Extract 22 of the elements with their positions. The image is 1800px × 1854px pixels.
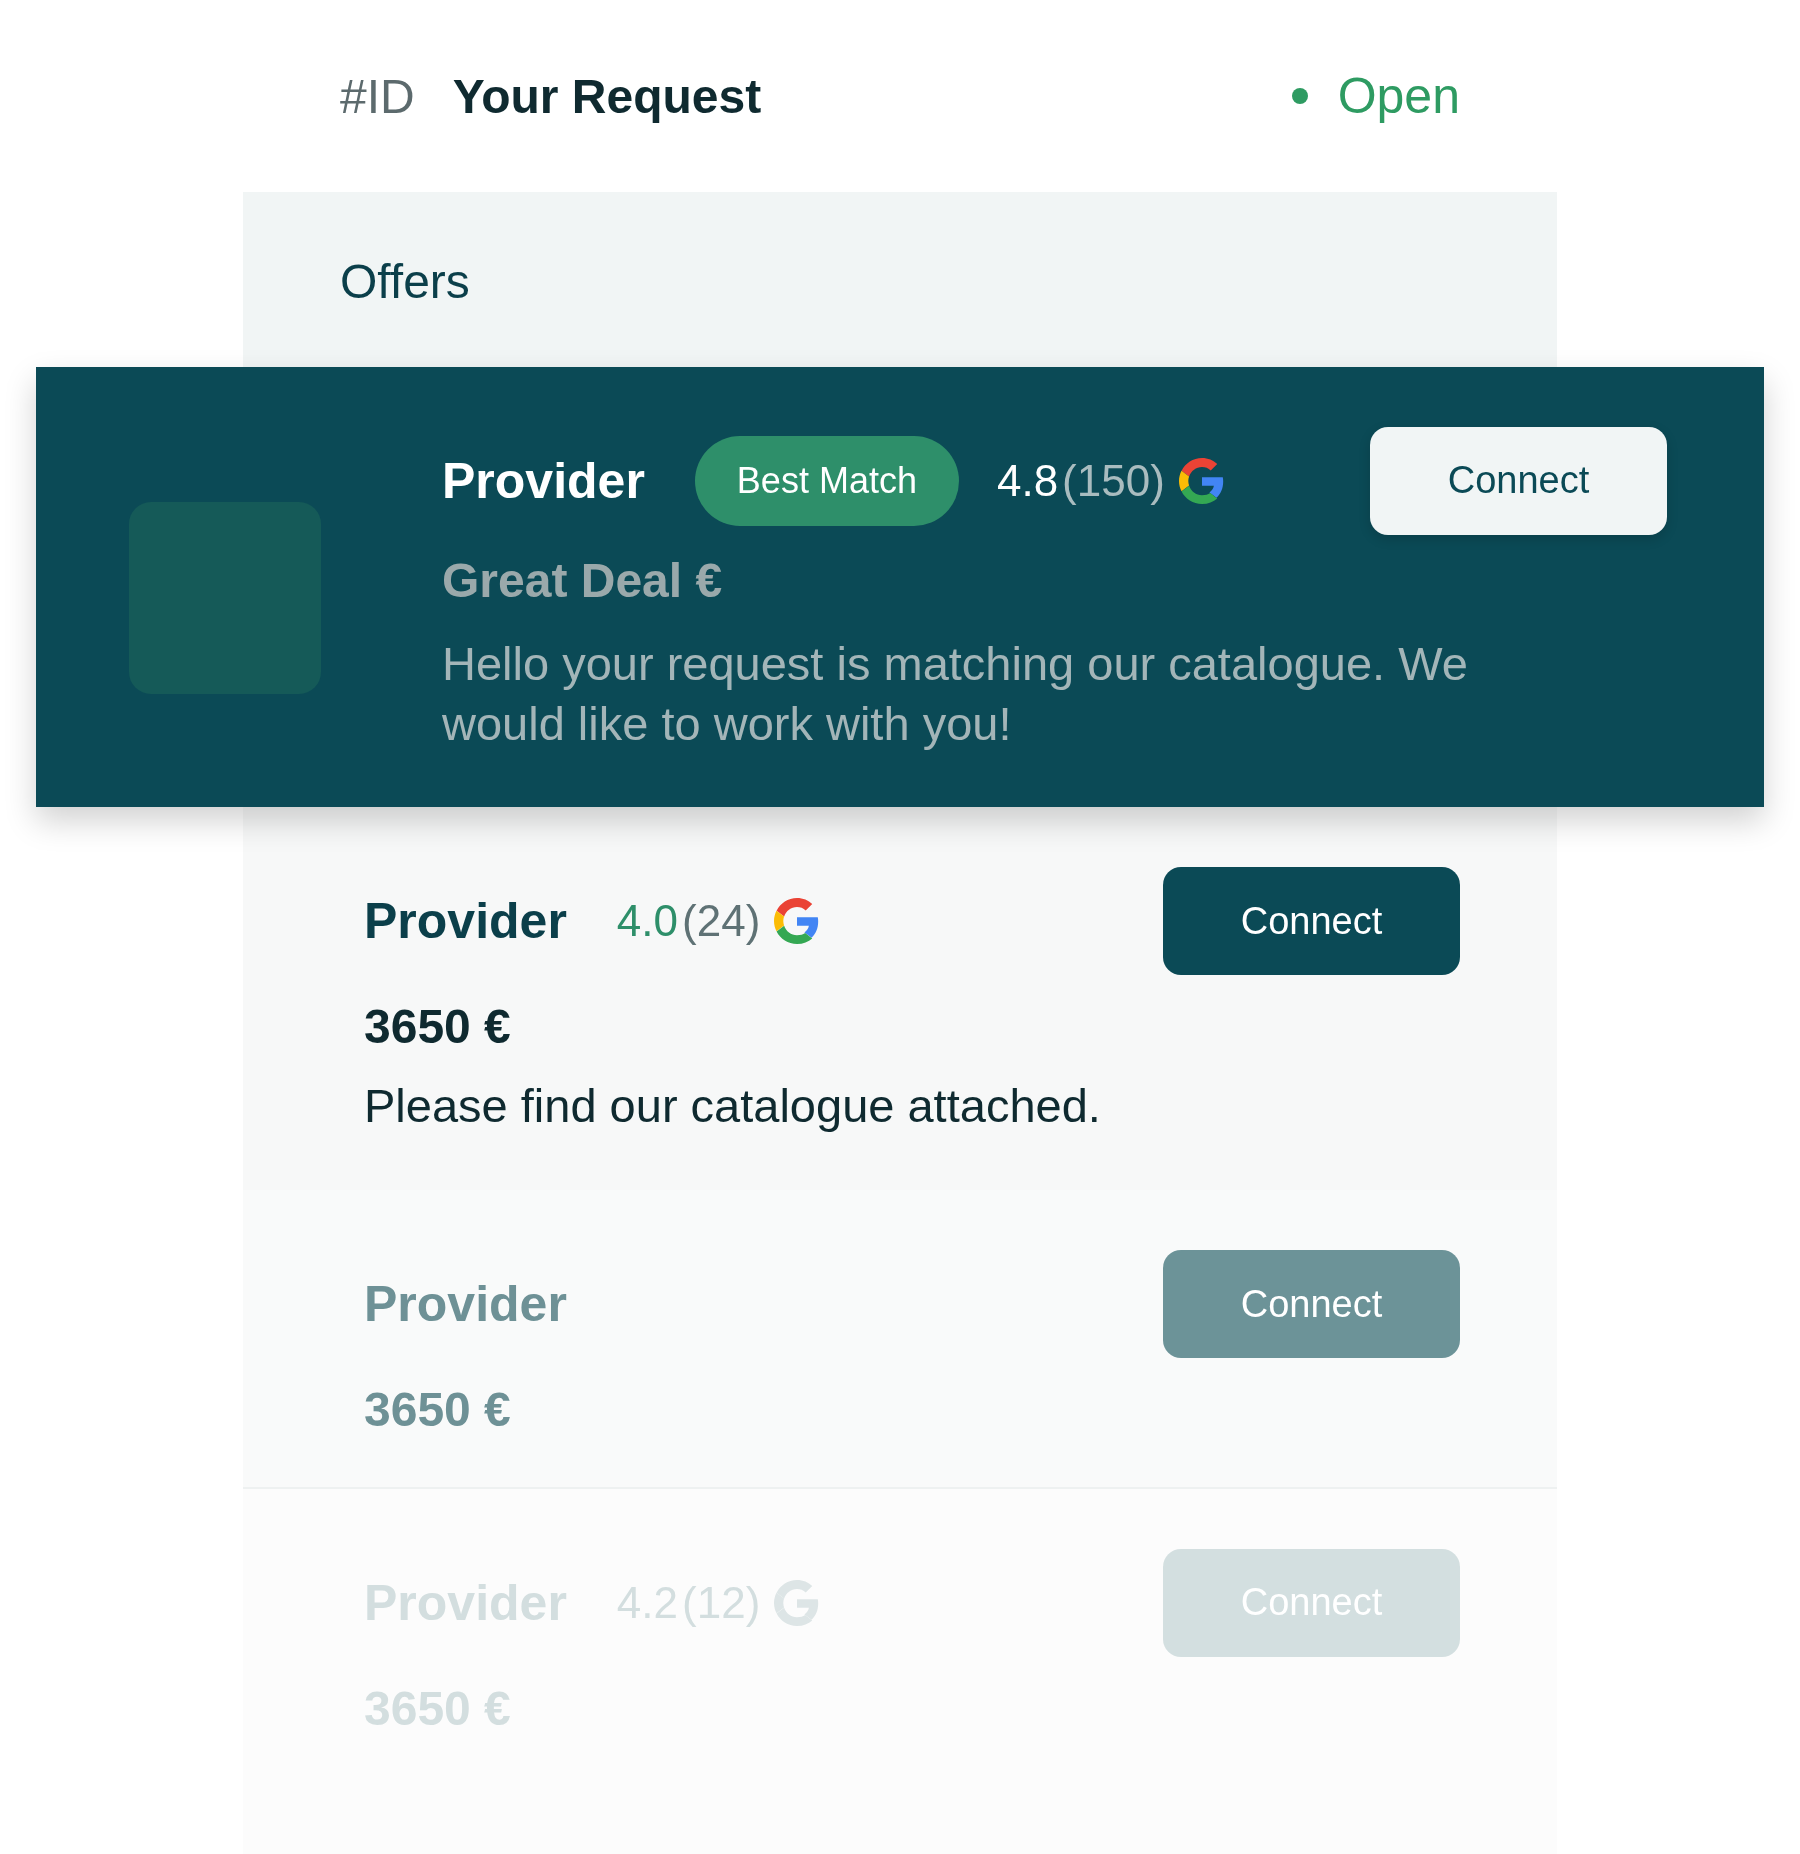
best-match-badge: Best Match [694,435,959,526]
google-icon [774,1579,821,1626]
offer-price: Great Deal € [442,552,724,608]
offer-message: Please find our catalogue attached. [364,1078,1102,1135]
review-count: (24) [682,896,761,947]
offer-price: 3650 € [364,999,512,1055]
status-label: Open [1337,67,1460,125]
review-count: (150) [1062,455,1165,506]
connect-button[interactable]: Connect [1370,426,1667,535]
google-icon [774,898,821,945]
offer-message: Hello your request is matching our catalogue. We would like to work with you! [442,635,1469,752]
request-title: Your Request [452,68,763,124]
provider-name: Provider [364,892,567,951]
rating-value: 4.0 [616,896,679,947]
offers-title: Offers [339,254,471,310]
provider-name: Provider [442,451,645,510]
connect-button[interactable]: Connect [1163,867,1460,976]
request-id: #ID [340,68,415,124]
provider-name: Provider [364,1275,567,1334]
google-icon [1178,457,1225,504]
offer-price: 3650 € [364,1382,512,1438]
rating-value: 4.8 [996,455,1059,506]
